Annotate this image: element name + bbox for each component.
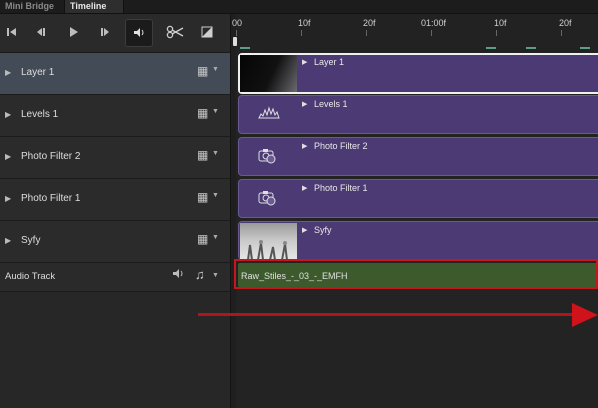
track-row-levels-1[interactable]: ▶ Levels 1 ▦ ▼: [0, 95, 230, 137]
clip-label: Levels 1: [314, 99, 348, 109]
ruler-tick: [496, 30, 497, 36]
ruler-tick-label: 01:00f: [421, 18, 447, 28]
film-strip-icon[interactable]: ▦: [197, 148, 209, 162]
play-icon[interactable]: [61, 17, 85, 47]
tab-timeline[interactable]: Timeline: [64, 0, 124, 13]
ruler-tick-label: 10f: [298, 18, 311, 28]
film-strip-icon[interactable]: ▦: [197, 232, 209, 246]
ruler-tick: [561, 30, 562, 36]
levels-adjustment-icon: [258, 105, 280, 124]
track-label: Syfy: [21, 235, 41, 246]
chevron-down-icon[interactable]: ▼: [212, 192, 219, 199]
expand-triangle-icon[interactable]: ▶: [302, 58, 307, 66]
ruler-tick: [236, 30, 237, 36]
film-strip-icon[interactable]: ▦: [197, 190, 209, 204]
highlight-box: [234, 259, 598, 289]
transition-icon[interactable]: [195, 17, 219, 47]
time-ruler[interactable]: [236, 14, 598, 53]
expand-triangle-icon[interactable]: ▶: [5, 110, 11, 119]
clip-thumbnail: [240, 223, 297, 261]
playhead-handle[interactable]: [233, 37, 237, 46]
track-row-layer-1[interactable]: ▶ Layer 1 ▦ ▼: [0, 53, 230, 95]
ruler-tick: [366, 30, 367, 36]
tab-mini-bridge[interactable]: Mini Bridge: [0, 0, 64, 13]
annotation-arrow-line: [198, 313, 578, 316]
track-label: Layer 1: [21, 67, 55, 78]
ruler-tick-label: 20f: [363, 18, 376, 28]
speaker-icon[interactable]: [172, 268, 184, 282]
next-frame-icon[interactable]: [93, 17, 117, 47]
expand-triangle-icon[interactable]: ▶: [302, 226, 307, 234]
track-row-photo-filter-1[interactable]: ▶ Photo Filter 1 ▦ ▼: [0, 179, 230, 221]
expand-triangle-icon[interactable]: ▶: [302, 100, 307, 108]
work-area-marker: [580, 47, 590, 49]
skip-to-start-icon[interactable]: [0, 17, 24, 47]
work-area-marker: [486, 47, 496, 49]
photo-filter-icon: [258, 190, 278, 211]
work-area-marker: [526, 47, 536, 49]
clip-label: Syfy: [314, 225, 332, 235]
expand-triangle-icon[interactable]: ▶: [5, 194, 11, 203]
chevron-down-icon[interactable]: ▼: [212, 234, 219, 241]
clip-levels-1[interactable]: [238, 95, 598, 134]
ruler-tick: [431, 30, 432, 36]
chevron-down-icon[interactable]: ▼: [212, 272, 219, 279]
track-label: Levels 1: [21, 109, 59, 120]
expand-triangle-icon[interactable]: ▶: [5, 236, 11, 245]
chevron-down-icon[interactable]: ▼: [212, 150, 219, 157]
clip-photo-filter-1[interactable]: [238, 179, 598, 218]
clip-photo-filter-2[interactable]: [238, 137, 598, 176]
ruler-tick-label: 00: [232, 18, 243, 28]
expand-triangle-icon[interactable]: ▶: [5, 152, 11, 161]
ruler-tick-label: 20f: [559, 18, 572, 28]
clip-thumbnail: [240, 55, 297, 92]
annotation-arrow-head: [572, 303, 598, 327]
mute-audio-button[interactable]: [125, 19, 153, 47]
audio-track-label: Audio Track: [5, 271, 56, 282]
track-label: Photo Filter 1: [21, 193, 81, 204]
chevron-down-icon[interactable]: ▼: [212, 66, 219, 73]
scissors-icon[interactable]: [163, 17, 187, 47]
music-note-icon[interactable]: ♫: [195, 267, 205, 282]
photo-filter-icon: [258, 148, 278, 169]
work-area-marker: [240, 47, 250, 49]
ruler-tick-label: 10f: [494, 18, 507, 28]
film-strip-icon[interactable]: ▦: [197, 106, 209, 120]
clip-label: Photo Filter 2: [314, 141, 368, 151]
expand-triangle-icon[interactable]: ▶: [5, 68, 11, 77]
chevron-down-icon[interactable]: ▼: [212, 108, 219, 115]
track-row-photo-filter-2[interactable]: ▶ Photo Filter 2 ▦ ▼: [0, 137, 230, 179]
track-label: Photo Filter 2: [21, 151, 81, 162]
expand-triangle-icon[interactable]: ▶: [302, 184, 307, 192]
audio-track-row[interactable]: Audio Track ♫ ▼: [0, 263, 230, 292]
film-strip-icon[interactable]: ▦: [197, 64, 209, 78]
expand-triangle-icon[interactable]: ▶: [302, 142, 307, 150]
ruler-tick: [301, 30, 302, 36]
previous-frame-icon[interactable]: [29, 17, 53, 47]
track-row-syfy[interactable]: ▶ Syfy ▦ ▼: [0, 221, 230, 263]
speaker-icon: [133, 28, 145, 41]
clip-label: Photo Filter 1: [314, 183, 368, 193]
clip-label: Layer 1: [314, 57, 345, 67]
